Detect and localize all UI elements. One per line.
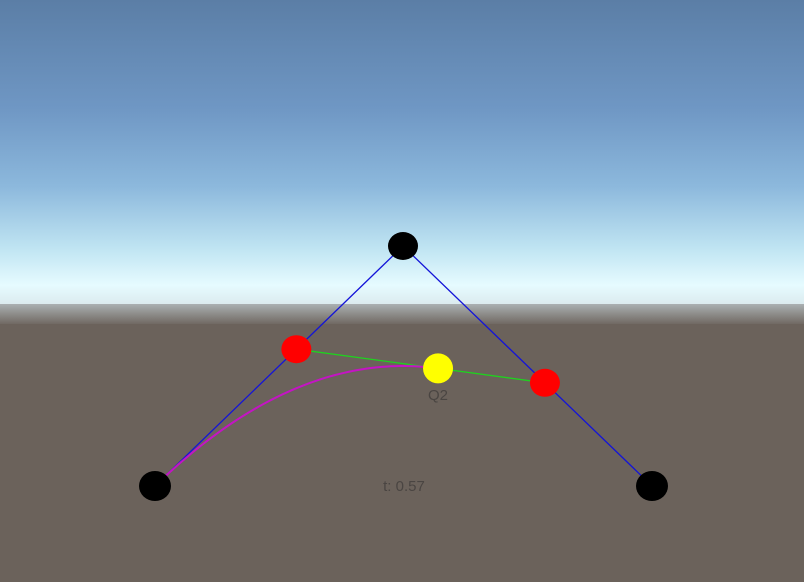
bezier-curve-trace [154, 365, 439, 487]
interpolated-point-right [529, 368, 560, 397]
control-point-apex[interactable] [388, 232, 418, 260]
interpolated-point-left [281, 335, 312, 364]
bezier-scene: Q2 t: 0.57 [139, 232, 668, 501]
control-point-end[interactable] [636, 471, 668, 501]
bezier-point-q2 [423, 353, 454, 384]
control-point-start[interactable] [139, 471, 171, 501]
point-label-q2: Q2 [428, 387, 448, 404]
game-viewport[interactable]: Q2 t: 0.57 [0, 0, 804, 582]
control-polygon-segment-1 [154, 245, 404, 487]
t-value-readout: t: 0.57 [383, 478, 425, 495]
